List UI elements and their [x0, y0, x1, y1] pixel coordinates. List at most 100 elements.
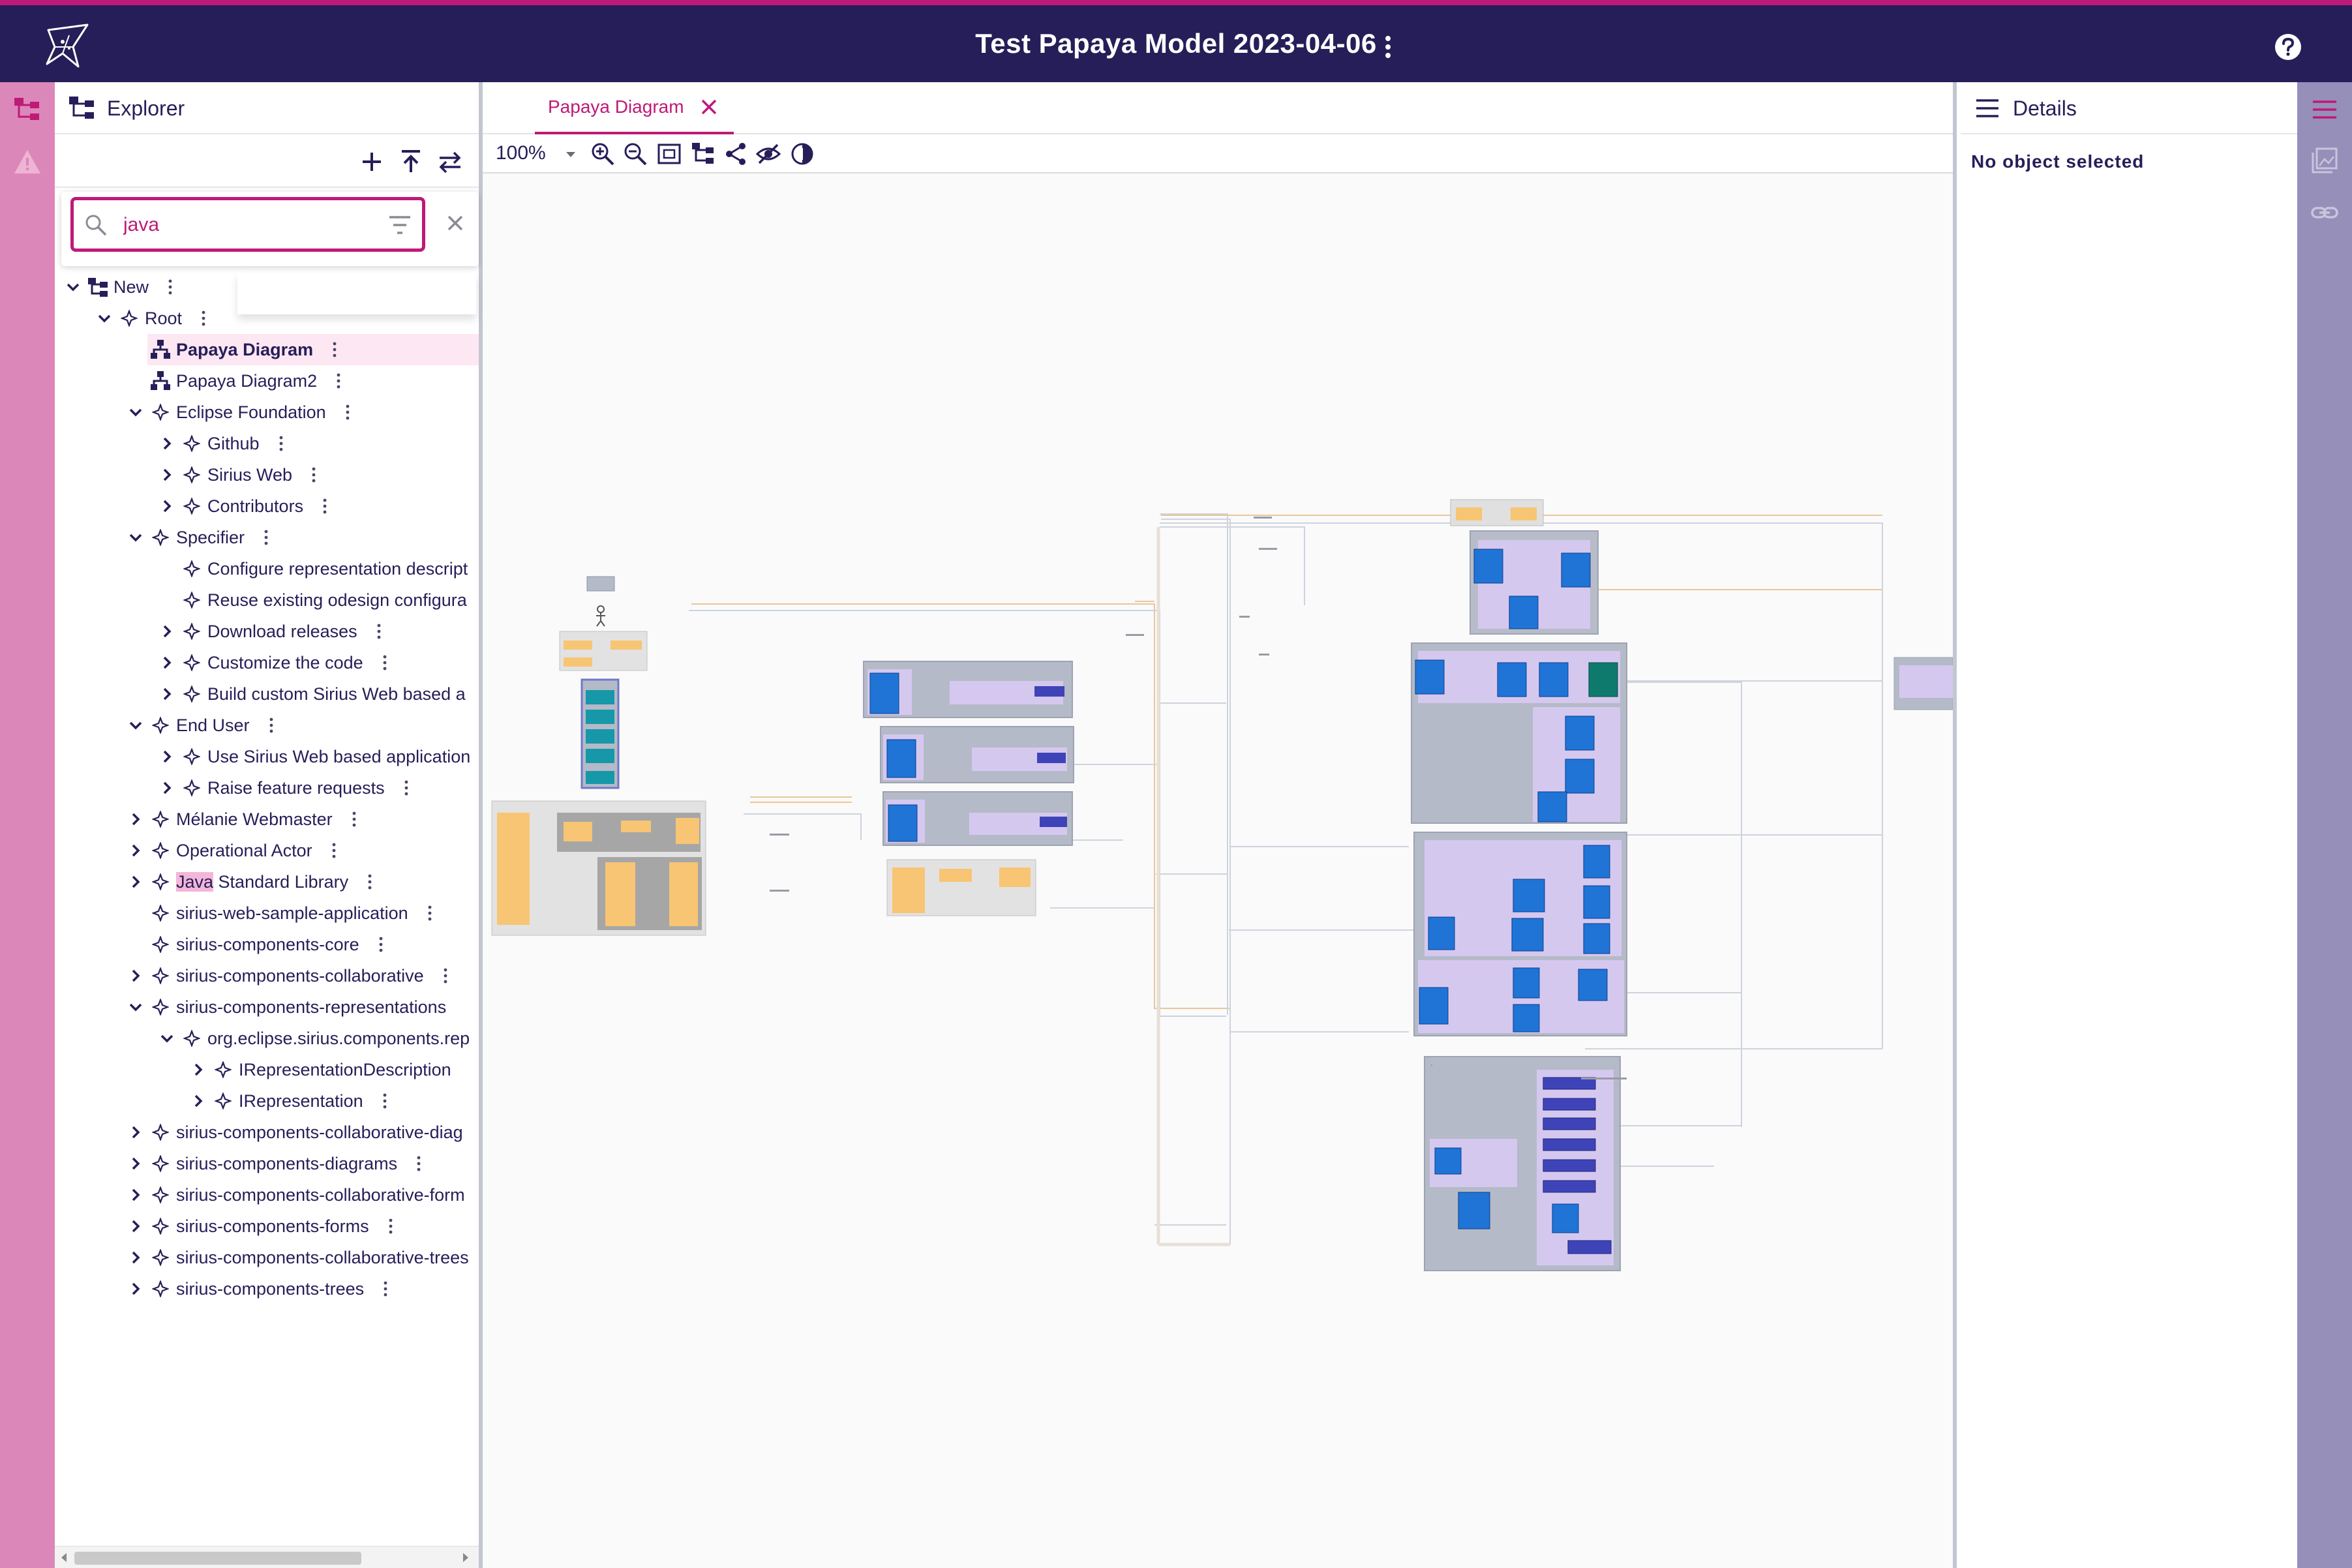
tree-item[interactable]: Papaya Diagram2	[55, 365, 479, 397]
chevron-right-icon[interactable]	[155, 647, 179, 678]
diagram-node[interactable]	[1424, 1056, 1621, 1271]
explorer-view-icon[interactable]	[9, 91, 46, 128]
fit-to-screen-icon[interactable]	[656, 141, 682, 167]
close-tab-icon[interactable]	[697, 95, 721, 119]
chevron-right-icon[interactable]	[155, 741, 179, 772]
tree-item[interactable]: Contributors	[55, 490, 479, 522]
chevron-down-icon[interactable]	[155, 1023, 179, 1054]
more-vertical-icon[interactable]	[409, 1148, 429, 1179]
chevron-down-icon[interactable]	[124, 397, 147, 428]
close-filter-icon[interactable]	[442, 210, 468, 236]
diagram-node[interactable]	[559, 631, 648, 671]
tree-item[interactable]: New	[55, 271, 479, 303]
diagram-node[interactable]	[880, 726, 1074, 783]
tree-item[interactable]: sirius-components-collaborative-form	[55, 1179, 479, 1211]
diagram-node[interactable]	[1893, 657, 1953, 710]
more-vertical-icon[interactable]	[371, 929, 391, 960]
more-vertical-icon[interactable]	[256, 522, 276, 553]
chevron-right-icon[interactable]	[155, 616, 179, 647]
tree-item[interactable]: IRepresentationDescription	[55, 1054, 479, 1085]
diagram-node[interactable]	[586, 576, 615, 627]
diagram-node[interactable]	[882, 791, 1073, 846]
diagram-node[interactable]	[1450, 499, 1544, 526]
more-vertical-icon[interactable]	[271, 428, 291, 459]
chevron-right-icon[interactable]	[155, 678, 179, 710]
scroll-right-arrow-icon[interactable]	[459, 1550, 472, 1565]
diagram-node[interactable]	[886, 859, 1036, 916]
more-vertical-icon[interactable]	[338, 397, 357, 428]
tree-item[interactable]: sirius-components-diagrams	[55, 1148, 479, 1179]
zoom-out-icon[interactable]	[622, 141, 648, 167]
details-view-icon[interactable]	[2306, 91, 2343, 128]
related-elements-link-icon[interactable]	[2306, 194, 2343, 231]
tree-item[interactable]: Papaya Diagram	[55, 334, 479, 365]
chevron-right-icon[interactable]	[124, 1117, 147, 1148]
help-icon[interactable]	[2274, 33, 2302, 61]
tree-item[interactable]: IRepresentation	[55, 1085, 479, 1117]
tree-item[interactable]: Specifier	[55, 522, 479, 553]
diagram-node[interactable]	[491, 800, 706, 936]
share-icon[interactable]	[723, 141, 749, 167]
chevron-down-icon[interactable]	[93, 303, 116, 334]
tree-item[interactable]: Use Sirius Web based application	[55, 741, 479, 772]
tree-item[interactable]: Github	[55, 428, 479, 459]
sirius-logo-icon[interactable]	[43, 21, 93, 70]
diagram-node[interactable]	[1413, 832, 1627, 1036]
diagram-node[interactable]	[580, 678, 620, 789]
tree-item[interactable]: Download releases	[55, 616, 479, 647]
more-vertical-icon[interactable]	[397, 772, 416, 804]
more-vertical-icon[interactable]	[376, 1273, 395, 1304]
more-vertical-icon[interactable]	[1374, 33, 1402, 61]
hide-elements-icon[interactable]	[755, 141, 781, 167]
tree-item[interactable]: sirius-web-sample-application	[55, 897, 479, 929]
tree-item[interactable]: sirius-components-collaborative	[55, 960, 479, 991]
diagram-node[interactable]	[1411, 642, 1627, 824]
tree-item[interactable]: Java Standard Library	[55, 866, 479, 897]
chevron-right-icon[interactable]	[187, 1054, 210, 1085]
edge-line[interactable]	[744, 813, 862, 840]
diagram-canvas[interactable]	[483, 175, 1953, 1568]
more-vertical-icon[interactable]	[381, 1211, 400, 1242]
tree-item[interactable]: Reuse existing odesign configura	[55, 584, 479, 616]
zoom-level-select[interactable]: 100%	[496, 142, 546, 164]
diagram-graphics[interactable]	[483, 175, 1953, 1568]
more-vertical-icon[interactable]	[325, 334, 344, 365]
more-vertical-icon[interactable]	[344, 804, 364, 835]
arrange-all-icon[interactable]	[690, 141, 716, 167]
more-vertical-icon[interactable]	[360, 866, 380, 897]
tab-papaya-diagram[interactable]: Papaya Diagram	[535, 82, 734, 134]
edge-line[interactable]	[1160, 513, 1228, 1015]
chevron-right-icon[interactable]	[124, 1179, 147, 1211]
tree-item[interactable]: End User	[55, 710, 479, 741]
edge-line[interactable]	[1161, 519, 1231, 1244]
more-vertical-icon[interactable]	[436, 960, 455, 991]
chevron-down-icon[interactable]	[124, 710, 147, 741]
more-vertical-icon[interactable]	[369, 616, 389, 647]
horizontal-scrollbar[interactable]	[55, 1546, 479, 1568]
scroll-left-arrow-icon[interactable]	[57, 1550, 70, 1565]
tree-item[interactable]: sirius-components-collaborative-trees	[55, 1242, 479, 1273]
tree-item[interactable]: Customize the code	[55, 647, 479, 678]
tree-item[interactable]: sirius-components-forms	[55, 1211, 479, 1242]
tree-item[interactable]: Sirius Web	[55, 459, 479, 490]
chevron-right-icon[interactable]	[155, 428, 179, 459]
diagram-node[interactable]	[1470, 530, 1599, 635]
more-vertical-icon[interactable]	[375, 647, 395, 678]
filter-text-field[interactable]	[70, 197, 425, 252]
chevron-right-icon[interactable]	[124, 835, 147, 866]
chevron-down-icon[interactable]	[61, 271, 85, 303]
representations-view-icon[interactable]	[2306, 142, 2343, 179]
scrollbar-thumb[interactable]	[74, 1552, 361, 1565]
tree-item[interactable]: Mélanie Webmaster	[55, 804, 479, 835]
tree-item[interactable]: Operational Actor	[55, 835, 479, 866]
more-vertical-icon[interactable]	[420, 897, 440, 929]
more-vertical-icon[interactable]	[304, 459, 324, 490]
more-vertical-icon[interactable]	[262, 710, 281, 741]
tree-item[interactable]: org.eclipse.sirius.components.rep	[55, 1023, 479, 1054]
chevron-right-icon[interactable]	[155, 490, 179, 522]
tree-item[interactable]: Configure representation descript	[55, 553, 479, 584]
chevron-right-icon[interactable]	[124, 1242, 147, 1273]
tree-item[interactable]: Eclipse Foundation	[55, 397, 479, 428]
chevron-right-icon[interactable]	[124, 1211, 147, 1242]
more-vertical-icon[interactable]	[160, 271, 180, 303]
